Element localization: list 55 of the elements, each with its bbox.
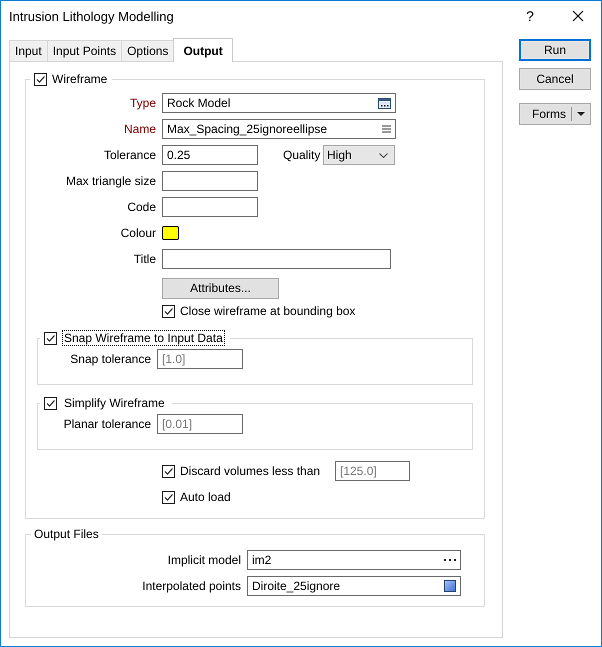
- field-label: Type: [128, 96, 157, 110]
- chevron-down-icon: [379, 152, 388, 158]
- checkbox-label: Snap Wireframe to Input Data: [62, 330, 225, 346]
- name-field[interactable]: Max_Spacing_25ignoreellipse: [162, 119, 396, 139]
- field-label: Max triangle size: [64, 174, 157, 188]
- field-label: Name: [122, 122, 157, 136]
- checkbox[interactable]: [44, 332, 57, 344]
- field-label: Interpolated points: [141, 579, 242, 593]
- browse-icon[interactable]: [378, 98, 391, 108]
- caret-icon: [577, 112, 585, 116]
- field-label: Implicit model: [166, 553, 242, 567]
- group-title: Output Files: [33, 527, 100, 541]
- dialog-button[interactable]: Cancel: [519, 68, 591, 90]
- field-label: Title: [132, 252, 157, 266]
- tab[interactable]: Output: [173, 38, 233, 62]
- attributes-button[interactable]: Attributes...: [162, 278, 279, 298]
- checkbox-label: Discard volumes less than: [180, 464, 322, 478]
- checkbox[interactable]: [162, 464, 175, 478]
- checkbox-label: Simplify Wireframe: [63, 395, 166, 411]
- tab[interactable]: Input Points: [46, 40, 122, 61]
- close-icon: [572, 10, 584, 22]
- tab[interactable]: Options: [121, 40, 174, 61]
- tolerance-field[interactable]: 0.25: [162, 145, 258, 165]
- checkbox-label: Auto load: [180, 490, 231, 504]
- forms-button[interactable]: Forms: [519, 103, 591, 125]
- checkbox-label: Close wireframe at bounding box: [180, 304, 356, 318]
- input-field[interactable]: [125.0]: [335, 461, 410, 481]
- field-label: Code: [126, 200, 157, 214]
- colour-swatch[interactable]: [162, 226, 179, 240]
- type-field[interactable]: Rock Model: [162, 93, 396, 113]
- input-field[interactable]: [162, 197, 258, 217]
- input-field[interactable]: [1.0]: [157, 349, 243, 369]
- checkbox[interactable]: [162, 490, 175, 504]
- quality-dropdown[interactable]: High: [323, 145, 395, 165]
- checkbox-label: Wireframe: [52, 72, 108, 86]
- input-field[interactable]: [162, 171, 258, 191]
- list-icon[interactable]: [382, 125, 391, 133]
- implicit-model-field[interactable]: im2: [247, 550, 461, 570]
- input-field[interactable]: [162, 249, 391, 269]
- interpolated-points-field[interactable]: Diroite_25ignore: [247, 576, 461, 596]
- input-field[interactable]: [0.01]: [157, 414, 243, 434]
- field-label: Snap tolerance: [69, 352, 152, 366]
- tab[interactable]: Input: [9, 40, 48, 61]
- ellipsis-icon[interactable]: [444, 558, 456, 562]
- field-label: Quality: [283, 148, 318, 162]
- window-title: Intrusion Lithology Modelling: [9, 8, 175, 24]
- checkbox[interactable]: [162, 304, 175, 318]
- checkbox[interactable]: [34, 72, 47, 86]
- field-label: Planar tolerance: [62, 417, 152, 431]
- checkbox[interactable]: [44, 396, 57, 410]
- help-button[interactable]: ?: [515, 1, 545, 31]
- field-label: Tolerance: [102, 148, 157, 162]
- square-icon[interactable]: [444, 580, 456, 592]
- dialog-button[interactable]: Run: [519, 39, 591, 61]
- field-label: Colour: [120, 226, 157, 240]
